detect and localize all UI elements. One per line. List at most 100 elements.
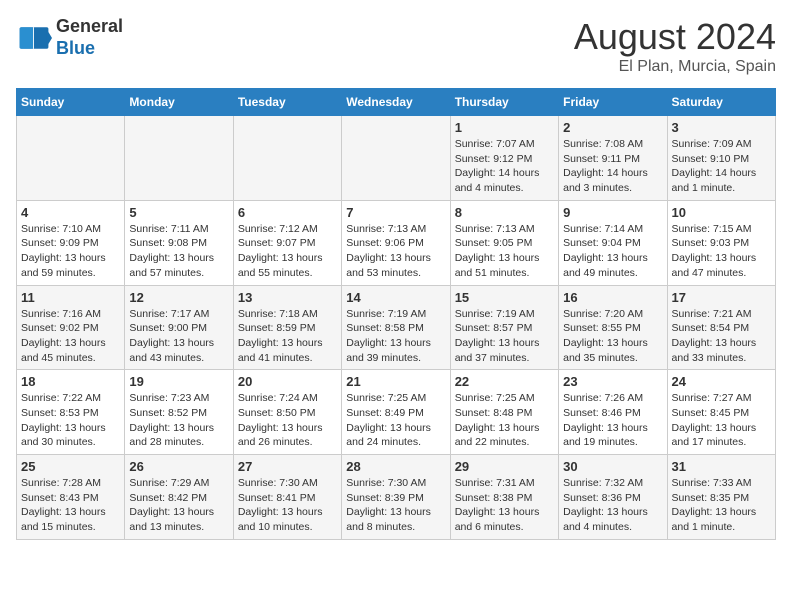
day-info: Sunrise: 7:20 AM Sunset: 8:55 PM Dayligh… <box>563 307 662 366</box>
day-info: Sunrise: 7:28 AM Sunset: 8:43 PM Dayligh… <box>21 476 120 535</box>
day-info: Sunrise: 7:31 AM Sunset: 8:38 PM Dayligh… <box>455 476 554 535</box>
day-number: 8 <box>455 205 554 220</box>
calendar-day-cell: 29 Sunrise: 7:31 AM Sunset: 8:38 PM Dayli… <box>450 455 558 540</box>
calendar-day-cell: 31 Sunrise: 7:33 AM Sunset: 8:35 PM Dayli… <box>667 455 775 540</box>
day-info: Sunrise: 7:13 AM Sunset: 9:06 PM Dayligh… <box>346 222 445 281</box>
calendar-day-cell: 28Sunrise: 7:30 AM Sunset: 8:39 PM Dayli… <box>342 455 450 540</box>
day-number: 19 <box>129 374 228 389</box>
day-info: Sunrise: 7:12 AM Sunset: 9:07 PM Dayligh… <box>238 222 337 281</box>
day-info: Sunrise: 7:26 AM Sunset: 8:46 PM Dayligh… <box>563 391 662 450</box>
day-number: 14 <box>346 290 445 305</box>
calendar-day-cell: 15 Sunrise: 7:19 AM Sunset: 8:57 PM Dayli… <box>450 285 558 370</box>
calendar-day-cell: 21 Sunrise: 7:25 AM Sunset: 8:49 PM Dayli… <box>342 370 450 455</box>
day-number: 13 <box>238 290 337 305</box>
day-number: 15 <box>455 290 554 305</box>
header-row: SundayMondayTuesdayWednesdayThursdayFrid… <box>17 89 776 116</box>
day-info: Sunrise: 7:18 AM Sunset: 8:59 PM Dayligh… <box>238 307 337 366</box>
day-number: 29 <box>455 459 554 474</box>
calendar-day-cell: 20 Sunrise: 7:24 AM Sunset: 8:50 PM Dayli… <box>233 370 341 455</box>
day-info: Sunrise: 7:07 AM Sunset: 9:12 PM Dayligh… <box>455 137 554 196</box>
day-info: Sunrise: 7:33 AM Sunset: 8:35 PM Dayligh… <box>672 476 771 535</box>
day-number: 31 <box>672 459 771 474</box>
day-info: Sunrise: 7:23 AM Sunset: 8:52 PM Dayligh… <box>129 391 228 450</box>
calendar-week-row: 18 Sunrise: 7:22 AM Sunset: 8:53 PM Dayli… <box>17 370 776 455</box>
day-info: Sunrise: 7:19 AM Sunset: 8:57 PM Dayligh… <box>455 307 554 366</box>
calendar-day-cell: 6Sunrise: 7:12 AM Sunset: 9:07 PM Daylig… <box>233 200 341 285</box>
day-number: 7 <box>346 205 445 220</box>
calendar-day-cell: 17 Sunrise: 7:21 AM Sunset: 8:54 PM Dayli… <box>667 285 775 370</box>
day-number: 22 <box>455 374 554 389</box>
calendar-day-cell <box>342 116 450 201</box>
calendar-day-cell: 30 Sunrise: 7:32 AM Sunset: 8:36 PM Dayli… <box>559 455 667 540</box>
day-info: Sunrise: 7:29 AM Sunset: 8:42 PM Dayligh… <box>129 476 228 535</box>
calendar-day-cell: 11Sunrise: 7:16 AM Sunset: 9:02 PM Dayli… <box>17 285 125 370</box>
calendar-day-cell: 13 Sunrise: 7:18 AM Sunset: 8:59 PM Dayli… <box>233 285 341 370</box>
calendar-day-cell: 22 Sunrise: 7:25 AM Sunset: 8:48 PM Dayli… <box>450 370 558 455</box>
day-info: Sunrise: 7:32 AM Sunset: 8:36 PM Dayligh… <box>563 476 662 535</box>
day-of-week-header: Sunday <box>17 89 125 116</box>
calendar-day-cell: 24 Sunrise: 7:27 AM Sunset: 8:45 PM Dayli… <box>667 370 775 455</box>
day-number: 3 <box>672 120 771 135</box>
calendar-week-row: 25 Sunrise: 7:28 AM Sunset: 8:43 PM Dayli… <box>17 455 776 540</box>
day-number: 2 <box>563 120 662 135</box>
day-number: 24 <box>672 374 771 389</box>
calendar-day-cell <box>17 116 125 201</box>
day-of-week-header: Thursday <box>450 89 558 116</box>
day-info: Sunrise: 7:08 AM Sunset: 9:11 PM Dayligh… <box>563 137 662 196</box>
month-year: August 2024 <box>574 16 776 58</box>
day-info: Sunrise: 7:25 AM Sunset: 8:49 PM Dayligh… <box>346 391 445 450</box>
day-number: 4 <box>21 205 120 220</box>
calendar-day-cell: 14Sunrise: 7:19 AM Sunset: 8:58 PM Dayli… <box>342 285 450 370</box>
day-of-week-header: Saturday <box>667 89 775 116</box>
day-number: 11 <box>21 290 120 305</box>
day-number: 25 <box>21 459 120 474</box>
calendar-week-row: 11Sunrise: 7:16 AM Sunset: 9:02 PM Dayli… <box>17 285 776 370</box>
day-number: 20 <box>238 374 337 389</box>
logo-blue-text: Blue <box>56 38 95 58</box>
calendar-week-row: 1 Sunrise: 7:07 AM Sunset: 9:12 PM Daylig… <box>17 116 776 201</box>
calendar-day-cell: 12Sunrise: 7:17 AM Sunset: 9:00 PM Dayli… <box>125 285 233 370</box>
day-info: Sunrise: 7:10 AM Sunset: 9:09 PM Dayligh… <box>21 222 120 281</box>
location: El Plan, Murcia, Spain <box>574 58 776 76</box>
day-number: 17 <box>672 290 771 305</box>
day-number: 18 <box>21 374 120 389</box>
calendar-table: SundayMondayTuesdayWednesdayThursdayFrid… <box>16 88 776 540</box>
day-number: 9 <box>563 205 662 220</box>
day-info: Sunrise: 7:25 AM Sunset: 8:48 PM Dayligh… <box>455 391 554 450</box>
day-info: Sunrise: 7:09 AM Sunset: 9:10 PM Dayligh… <box>672 137 771 196</box>
day-number: 27 <box>238 459 337 474</box>
day-info: Sunrise: 7:22 AM Sunset: 8:53 PM Dayligh… <box>21 391 120 450</box>
day-of-week-header: Wednesday <box>342 89 450 116</box>
logo: General Blue <box>16 16 123 59</box>
calendar-day-cell: 25 Sunrise: 7:28 AM Sunset: 8:43 PM Dayli… <box>17 455 125 540</box>
page-header: General Blue August 2024 El Plan, Murcia… <box>16 16 776 76</box>
day-number: 16 <box>563 290 662 305</box>
calendar-day-cell: 26Sunrise: 7:29 AM Sunset: 8:42 PM Dayli… <box>125 455 233 540</box>
day-number: 30 <box>563 459 662 474</box>
logo-general-text: General <box>56 16 123 36</box>
title-block: August 2024 El Plan, Murcia, Spain <box>574 16 776 76</box>
day-info: Sunrise: 7:11 AM Sunset: 9:08 PM Dayligh… <box>129 222 228 281</box>
calendar-day-cell: 9 Sunrise: 7:14 AM Sunset: 9:04 PM Daylig… <box>559 200 667 285</box>
calendar-day-cell: 2 Sunrise: 7:08 AM Sunset: 9:11 PM Daylig… <box>559 116 667 201</box>
calendar-day-cell <box>233 116 341 201</box>
calendar-day-cell: 16 Sunrise: 7:20 AM Sunset: 8:55 PM Dayli… <box>559 285 667 370</box>
day-info: Sunrise: 7:30 AM Sunset: 8:41 PM Dayligh… <box>238 476 337 535</box>
day-number: 5 <box>129 205 228 220</box>
day-number: 28 <box>346 459 445 474</box>
day-number: 1 <box>455 120 554 135</box>
day-number: 12 <box>129 290 228 305</box>
day-number: 21 <box>346 374 445 389</box>
day-info: Sunrise: 7:15 AM Sunset: 9:03 PM Dayligh… <box>672 222 771 281</box>
calendar-day-cell <box>125 116 233 201</box>
calendar-week-row: 4 Sunrise: 7:10 AM Sunset: 9:09 PM Daylig… <box>17 200 776 285</box>
calendar-day-cell: 27 Sunrise: 7:30 AM Sunset: 8:41 PM Dayli… <box>233 455 341 540</box>
day-number: 23 <box>563 374 662 389</box>
calendar-day-cell: 7 Sunrise: 7:13 AM Sunset: 9:06 PM Daylig… <box>342 200 450 285</box>
calendar-day-cell: 18 Sunrise: 7:22 AM Sunset: 8:53 PM Dayli… <box>17 370 125 455</box>
day-info: Sunrise: 7:24 AM Sunset: 8:50 PM Dayligh… <box>238 391 337 450</box>
day-info: Sunrise: 7:14 AM Sunset: 9:04 PM Dayligh… <box>563 222 662 281</box>
day-info: Sunrise: 7:27 AM Sunset: 8:45 PM Dayligh… <box>672 391 771 450</box>
day-info: Sunrise: 7:21 AM Sunset: 8:54 PM Dayligh… <box>672 307 771 366</box>
day-of-week-header: Tuesday <box>233 89 341 116</box>
